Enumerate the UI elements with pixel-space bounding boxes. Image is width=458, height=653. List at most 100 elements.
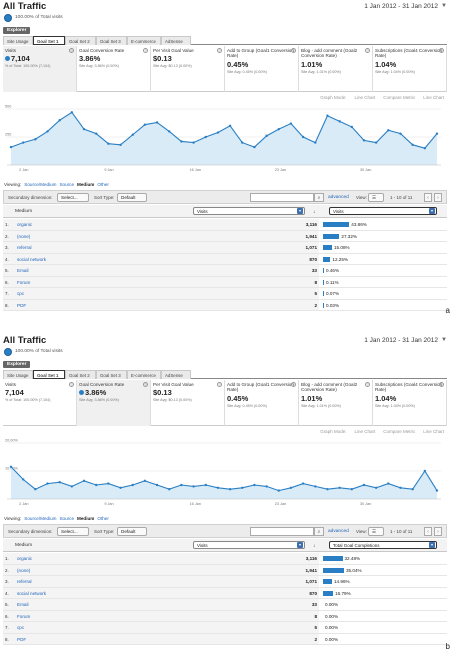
data-point[interactable] <box>34 138 37 141</box>
date-range-picker[interactable]: 1 Jan 2012 - 31 Jan 2012 <box>364 3 438 10</box>
data-point[interactable] <box>265 134 268 138</box>
dimension-other-link[interactable]: Other <box>97 182 109 187</box>
tab-site-usage[interactable]: Site Usage <box>3 36 33 45</box>
metric-card[interactable]: Add to Group (Goal1 Conversion Rate)? 0.4… <box>225 380 299 426</box>
data-point[interactable] <box>277 127 280 131</box>
view-type-select[interactable]: ☰ <box>368 193 384 202</box>
data-point[interactable] <box>326 488 329 491</box>
sort-type-select[interactable]: Default <box>117 527 147 536</box>
help-icon[interactable]: ? <box>69 382 74 387</box>
data-point[interactable] <box>119 486 122 489</box>
row-medium-link[interactable]: (none) <box>17 234 30 239</box>
search-icon[interactable]: ⌕ <box>314 193 324 202</box>
comparison-column-select[interactable]: Visits ▾ <box>329 207 437 215</box>
dimension-link[interactable]: Source/Medium <box>24 516 56 521</box>
data-point[interactable] <box>362 139 366 142</box>
row-medium-link[interactable]: (none) <box>17 568 30 573</box>
help-icon[interactable]: ? <box>291 48 296 53</box>
metric-column-select[interactable]: Visits ▾ <box>193 541 305 549</box>
explorer-tab[interactable]: Explorer <box>3 361 31 368</box>
row-medium-link[interactable]: referral <box>17 245 32 250</box>
data-point[interactable] <box>411 143 414 147</box>
table-row[interactable]: 3. referral 1,071 15.08% <box>3 242 447 254</box>
data-point[interactable] <box>314 141 317 144</box>
data-point[interactable] <box>107 142 110 145</box>
row-medium-link[interactable]: PDF <box>17 303 26 308</box>
data-point[interactable] <box>289 122 293 125</box>
help-icon[interactable]: ? <box>365 382 370 387</box>
tab-site-usage[interactable]: Site Usage <box>3 370 33 379</box>
help-icon[interactable]: ? <box>143 382 148 387</box>
row-medium-link[interactable]: cpc <box>17 625 24 630</box>
help-icon[interactable]: ? <box>69 48 74 53</box>
secondary-dimension-select[interactable]: Select... <box>57 193 89 202</box>
table-row[interactable]: 7. cpc 5 0.07% <box>3 288 447 300</box>
table-row[interactable]: 6. Forum 8 0.11% <box>3 276 447 288</box>
column-header-medium[interactable]: Medium <box>15 209 32 214</box>
data-point[interactable] <box>241 141 244 144</box>
metric-card[interactable]: Per Visit Goal Value? $0.13 Site Avg: $0.1… <box>151 46 225 92</box>
metric-card[interactable]: Subscriptions (Goal4 Conversion Rate)? 1.… <box>373 46 447 92</box>
data-point[interactable] <box>168 488 171 491</box>
table-row[interactable]: 5. Email 33 0.00% <box>3 599 447 611</box>
row-medium-link[interactable]: social network <box>17 257 46 262</box>
table-row[interactable]: 2. (none) 1,941 35.04% <box>3 564 447 576</box>
data-point[interactable] <box>107 482 110 485</box>
table-row[interactable]: 4. social network 870 12.25% <box>3 253 447 265</box>
row-medium-link[interactable]: social network <box>17 591 46 596</box>
chart-control-1[interactable]: Line Chart <box>354 95 375 100</box>
table-row[interactable]: 8. PDF 2 0.03% <box>3 299 447 311</box>
row-medium-link[interactable]: PDF <box>17 637 26 642</box>
data-point[interactable] <box>58 481 61 484</box>
tab-goal-set-1[interactable]: Goal Set 1 <box>33 36 65 45</box>
data-point[interactable] <box>204 135 207 139</box>
data-point[interactable] <box>326 114 329 117</box>
table-row[interactable]: 6. Forum 8 0.00% <box>3 610 447 622</box>
row-medium-link[interactable]: Forum <box>17 280 30 285</box>
row-medium-link[interactable]: Email <box>17 268 29 273</box>
table-search-input[interactable] <box>250 193 314 202</box>
data-point[interactable] <box>46 130 49 133</box>
data-point[interactable] <box>204 483 207 487</box>
data-point[interactable] <box>155 483 159 487</box>
data-point[interactable] <box>301 135 305 139</box>
data-point[interactable] <box>9 145 13 149</box>
data-point[interactable] <box>374 486 378 489</box>
row-medium-link[interactable]: referral <box>17 579 32 584</box>
metric-card[interactable]: Subscriptions (Goal4 Conversion Rate)? 1.… <box>373 380 447 426</box>
metric-card[interactable]: Blog - add comment (Goal2 Conversion Rat… <box>299 380 373 426</box>
metric-column-select[interactable]: Visits ▾ <box>193 207 305 215</box>
data-point[interactable] <box>435 489 439 492</box>
explorer-tab[interactable]: Explorer <box>3 27 31 34</box>
data-point[interactable] <box>399 486 402 489</box>
chevron-down-icon[interactable]: ▼ <box>441 337 447 343</box>
metric-card[interactable]: Visits? 7,104% of Total: 100.00% (7,104) <box>3 380 77 426</box>
dimension-other-link[interactable]: Other <box>97 516 109 521</box>
secondary-dimension-select[interactable]: Select... <box>57 527 89 536</box>
help-icon[interactable]: ? <box>439 48 444 53</box>
data-point[interactable] <box>265 485 268 488</box>
sort-desc-icon[interactable]: ↓ <box>313 543 316 549</box>
data-point[interactable] <box>70 485 74 488</box>
data-point[interactable] <box>253 483 256 487</box>
data-point[interactable] <box>423 147 427 150</box>
help-icon[interactable]: ? <box>365 48 370 53</box>
data-point[interactable] <box>411 488 414 491</box>
prev-page-icon[interactable]: ‹ <box>424 193 432 202</box>
sort-desc-icon[interactable]: ↓ <box>313 209 316 215</box>
table-row[interactable]: 1. organic 3,116 32.48% <box>3 553 447 565</box>
data-point[interactable] <box>34 488 37 491</box>
chart-control-2[interactable]: Compare Metric <box>383 95 415 100</box>
data-point[interactable] <box>21 141 25 144</box>
data-point[interactable] <box>143 123 147 126</box>
data-point[interactable] <box>399 132 402 135</box>
data-point[interactable] <box>180 140 183 143</box>
data-point[interactable] <box>95 483 98 487</box>
data-point[interactable] <box>387 129 390 132</box>
tab-adsense[interactable]: AdSense <box>161 36 191 45</box>
metric-card[interactable]: Goal Conversion Rate? 3.86% Site Avg: 3.86… <box>77 380 151 426</box>
help-icon[interactable]: ? <box>217 48 222 53</box>
data-point[interactable] <box>435 132 439 135</box>
data-point[interactable] <box>228 124 232 127</box>
column-header-medium[interactable]: Medium <box>15 543 32 548</box>
